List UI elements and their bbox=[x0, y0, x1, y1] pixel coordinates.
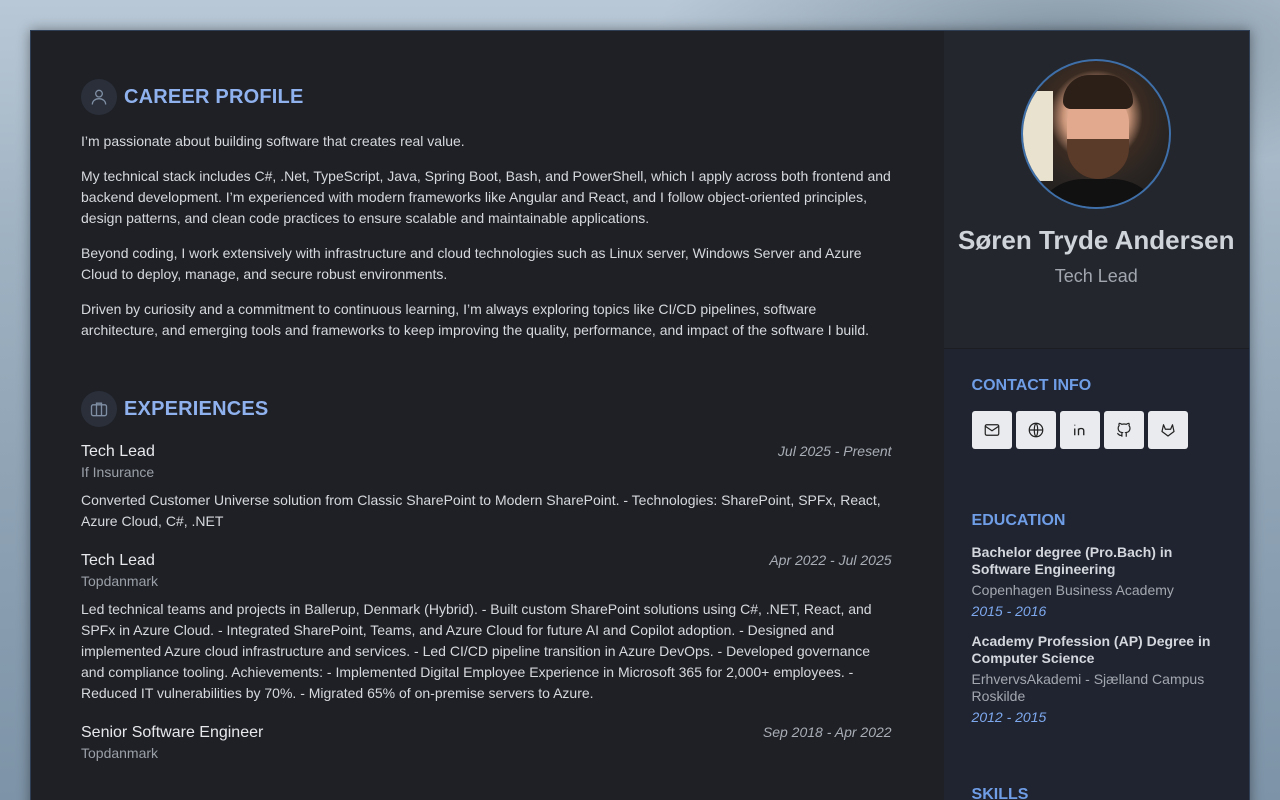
linkedin-icon[interactable] bbox=[1059, 411, 1100, 449]
skills-title: SKILLS bbox=[971, 786, 1029, 800]
profile-paragraph: My technical stack includes C#, .Net, Ty… bbox=[81, 168, 891, 226]
experiences-section: EXPERIENCES Tech Lead Jul 2025 - Present… bbox=[81, 391, 892, 761]
profile-paragraph: Driven by curiosity and a commitment to … bbox=[81, 301, 870, 338]
job-title: Tech Lead bbox=[81, 443, 155, 460]
education-title: EDUCATION bbox=[971, 512, 1066, 529]
edu-years: 2012 - 2015 bbox=[971, 709, 1047, 725]
job-entry: Senior Software Engineer Sep 2018 - Apr … bbox=[81, 724, 892, 761]
resume-card: CAREER PROFILE I’m passionate about buil… bbox=[30, 30, 1250, 800]
education-item: Academy Profession (AP) Degree in Comput… bbox=[972, 633, 1249, 725]
job-date: Apr 2022 - Jul 2025 bbox=[769, 552, 892, 568]
job-date: Jul 2025 - Present bbox=[777, 443, 892, 459]
job-title: Senior Software Engineer bbox=[81, 724, 264, 741]
edu-school: ErhvervsAkademi - Sjælland Campus Roskil… bbox=[971, 671, 1205, 704]
contact-info-title: CONTACT INFO bbox=[971, 377, 1092, 394]
sidebar: Søren Tryde Andersen Tech Lead CONTACT I… bbox=[943, 31, 1249, 800]
section-header: EXPERIENCES bbox=[81, 391, 892, 427]
job-entry: Tech Lead Apr 2022 - Jul 2025 Topdanmark… bbox=[81, 552, 892, 704]
profile-paragraph: Beyond coding, I work extensively with i… bbox=[81, 245, 862, 282]
job-header: Tech Lead Apr 2022 - Jul 2025 bbox=[81, 552, 892, 570]
github-icon[interactable] bbox=[1103, 411, 1144, 449]
edu-degree: Academy Profession (AP) Degree in Comput… bbox=[971, 633, 1211, 666]
sidebar-details: CONTACT INFO EDUCATION Bachelor degree (… bbox=[943, 349, 1249, 800]
job-header: Tech Lead Jul 2025 - Present bbox=[81, 443, 892, 461]
person-role: Tech Lead bbox=[1054, 266, 1138, 286]
section-header: CAREER PROFILE bbox=[81, 79, 892, 115]
briefcase-icon bbox=[81, 391, 117, 427]
avatar bbox=[1021, 59, 1172, 209]
mail-icon[interactable] bbox=[971, 411, 1012, 449]
job-entry: Tech Lead Jul 2025 - Present If Insuranc… bbox=[81, 443, 892, 532]
main-column: CAREER PROFILE I’m passionate about buil… bbox=[31, 31, 944, 800]
profile-paragraph: I’m passionate about building software t… bbox=[81, 133, 465, 149]
job-company: Topdanmark bbox=[81, 745, 159, 761]
person-name: Søren Tryde Andersen bbox=[958, 225, 1235, 255]
career-profile-section: CAREER PROFILE I’m passionate about buil… bbox=[81, 79, 892, 341]
education-item: Bachelor degree (Pro.Bach) in Software E… bbox=[972, 544, 1249, 619]
education-section: EDUCATION Bachelor degree (Pro.Bach) in … bbox=[972, 512, 1249, 725]
section-title: CAREER PROFILE bbox=[124, 85, 304, 108]
globe-icon[interactable] bbox=[1015, 411, 1056, 449]
job-company: If Insurance bbox=[81, 464, 155, 480]
job-company: Topdanmark bbox=[81, 573, 159, 589]
profile-header: Søren Tryde Andersen Tech Lead bbox=[943, 31, 1249, 349]
user-icon bbox=[81, 79, 117, 115]
section-title: EXPERIENCES bbox=[124, 397, 269, 420]
edu-years: 2015 - 2016 bbox=[971, 603, 1047, 619]
job-description: Converted Customer Universe solution fro… bbox=[81, 492, 881, 529]
edu-degree: Bachelor degree (Pro.Bach) in Software E… bbox=[971, 544, 1173, 577]
job-date: Sep 2018 - Apr 2022 bbox=[762, 724, 892, 740]
contact-icons bbox=[971, 411, 1249, 449]
job-title: Tech Lead bbox=[81, 552, 155, 569]
job-description: Led technical teams and projects in Ball… bbox=[81, 601, 872, 701]
edu-school: Copenhagen Business Academy bbox=[971, 582, 1174, 598]
job-header: Senior Software Engineer Sep 2018 - Apr … bbox=[81, 724, 892, 742]
skills-section: SKILLS bbox=[972, 786, 1249, 800]
gitlab-icon[interactable] bbox=[1147, 411, 1188, 449]
